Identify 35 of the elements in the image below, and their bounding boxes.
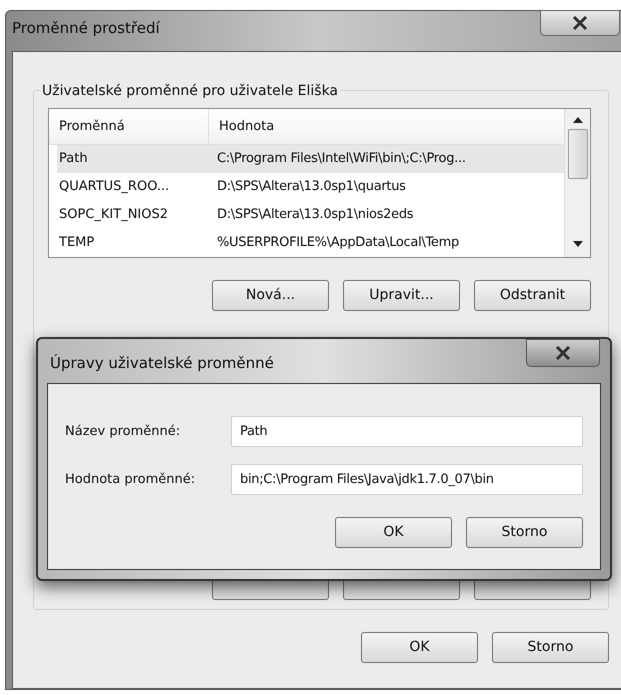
- dialog-button[interactable]: OK: [361, 632, 478, 663]
- dialog-button[interactable]: Nová...: [212, 280, 329, 311]
- input-field[interactable]: bin;C:\Program Files\Java\jdk1.7.0_07\bin: [231, 464, 583, 495]
- table-cell-text: TEMP: [58, 234, 96, 252]
- table-cell-text: D:\SPS\Altera\13.0sp1\nios2eds: [217, 206, 414, 224]
- close-icon: [555, 346, 571, 360]
- table-cell-text: %USERPROFILE%\AppData\Local\Temp: [217, 234, 459, 252]
- input-field[interactable]: Path: [231, 416, 583, 447]
- table-cell-text: D:\SPS\Altera\13.0sp1\quartus: [217, 178, 406, 196]
- column-header[interactable]: Hodnota: [209, 109, 564, 144]
- scrollbar[interactable]: [564, 109, 590, 257]
- dialog-button[interactable]: Odstranit: [474, 280, 591, 311]
- window-title: Proměnné prostředí: [12, 18, 160, 39]
- scroll-down-icon[interactable]: [572, 241, 582, 247]
- scroll-up-icon[interactable]: [572, 117, 582, 123]
- table-row[interactable]: QUARTUS_ROO... D:\SPS\Altera\13.0sp1\quartus: [57, 173, 564, 201]
- close-button[interactable]: [526, 339, 600, 367]
- dialog-button[interactable]: OK: [335, 517, 452, 548]
- field-label: Hodnota proměnné:: [65, 470, 196, 489]
- table-row[interactable]: TEMP %USERPROFILE%\AppData\Local\Temp: [57, 229, 564, 257]
- table-cell-text: Path: [58, 150, 89, 168]
- table-cell-text: QUARTUS_ROO...: [58, 178, 170, 196]
- close-icon: [572, 16, 588, 30]
- table-row[interactable]: SOPC_KIT_NIOS2 D:\SPS\Altera\13.0sp1\nios2eds: [57, 201, 564, 229]
- scroll-thumb[interactable]: [568, 129, 588, 179]
- table-cell-text: SOPC_KIT_NIOS2: [58, 206, 170, 224]
- dialog-button[interactable]: Storno: [466, 517, 583, 548]
- close-button[interactable]: [540, 10, 620, 36]
- field-label: Název proměnné:: [65, 422, 182, 441]
- dialog-title: Úpravy uživatelské proměnné: [50, 353, 274, 374]
- table-row[interactable]: Path C:\Program Files\Intel\WiFi\bin\;C:\Prog...: [57, 145, 564, 173]
- table-cell-text: C:\Program Files\Intel\WiFi\bin\;C:\Prog...: [217, 150, 466, 168]
- column-header[interactable]: Proměnná: [49, 109, 209, 144]
- dialog-button[interactable]: Storno: [492, 632, 609, 663]
- dialog-button[interactable]: Upravit...: [343, 280, 460, 311]
